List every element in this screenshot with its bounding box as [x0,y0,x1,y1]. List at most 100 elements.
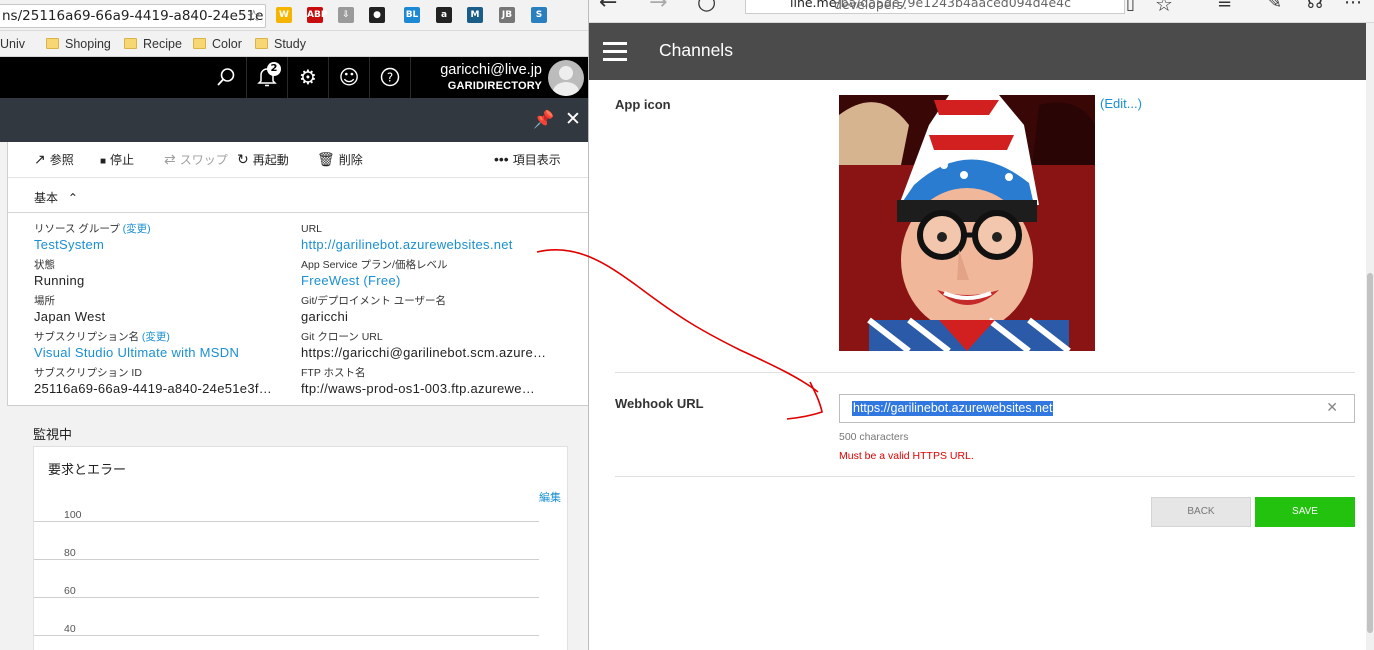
favorite-star-icon[interactable]: ☆ [1155,0,1173,16]
notification-bell-icon[interactable]: 2 [246,57,287,98]
swap-button[interactable]: ⇄ スワップ [164,151,228,168]
bookmark-label: Color [212,37,242,51]
channel-settings: App icon (Edit...) Webhook URL https://g… [589,80,1367,650]
clear-input-icon[interactable]: ✕ [1326,400,1338,416]
bookmark-label: Recipe [143,37,182,51]
property-r-2: Git/デプロイメント ユーザー名 garicchi [301,295,563,325]
adblock-icon[interactable]: ABP [307,7,327,23]
chart-edit-link[interactable]: 編集 [539,489,561,505]
reading-view-icon[interactable]: ▯ [1126,0,1135,13]
chart-gridline [34,521,539,522]
settings-gear-icon[interactable]: ⚙ [287,57,328,98]
requests-errors-chart[interactable]: 要求とエラー 編集 100 80 60 40 [33,446,568,650]
hub-icon[interactable]: ≡ [1217,0,1232,13]
close-icon[interactable]: ✕ [565,108,581,130]
more-icon[interactable]: ⋯ [1344,0,1362,13]
s-icon[interactable]: S [531,7,547,23]
browse-button[interactable]: ↗ 参照 [34,151,74,168]
azure-topbar: 2 ⚙ ☺ ? garicchi@live.jp GARIDIRECTORY [0,57,588,98]
bl-icon[interactable]: BL [404,7,420,23]
trash-icon: 🗑 [317,151,335,167]
w-icon[interactable]: W [276,7,292,23]
change-link[interactable]: (変更) [139,331,170,343]
hamburger-menu-icon[interactable] [603,42,627,62]
chevron-up-icon: ⌃ [67,191,78,205]
columns-button[interactable]: ••• 項目表示 [494,151,561,168]
bulb-icon[interactable]: ● [369,7,385,23]
monitoring-section: 監視中 要求とエラー 編集 100 80 60 40 [7,406,588,650]
back-button[interactable]: BACK [1151,497,1251,527]
avatar[interactable] [548,60,584,96]
property-l-2: 場所 Japan West [34,295,292,325]
app-service-blade: ↗ 参照 ■ 停止 ⇄ スワップ ↻ 再起動 🗑 削除 ••• 項目表示 基本 ⌃ リソース… [7,142,588,406]
bookmark-star-icon[interactable]: ☆ [247,5,261,27]
smiley-feedback-icon[interactable]: ☺ [328,57,369,98]
property-label: URL [301,223,323,235]
change-link[interactable]: (変更) [120,223,151,235]
forward-arrow-icon[interactable]: → [649,0,667,15]
bookmark-study[interactable]: Study [255,35,306,53]
user-directory: GARIDIRECTORY [447,80,542,92]
edit-icon-link[interactable]: (Edit...) [1100,96,1142,111]
app-icon-image [839,95,1095,351]
pin-icon[interactable]: 📌 [533,110,554,130]
property-r-3: Git クローン URL https://garicchi@garilinebot… [301,331,563,361]
restart-button[interactable]: ↻ 再起動 [237,151,289,168]
property-value[interactable]: http://garilinebot.azurewebsites.net [301,236,563,253]
property-l-1: 状態 Running [34,259,292,289]
property-l-0: リソース グループ (変更) TestSystem [34,223,292,253]
page-scrollbar[interactable] [1366,23,1374,650]
notification-badge: 2 [267,62,281,76]
property-label: App Service プラン/価格レベル [301,259,448,271]
property-value: https://garicchi@garilinebot.scm.azure… [301,345,547,360]
folder-icon [255,38,268,49]
property-label: Git クローン URL [301,331,383,343]
property-label: サブスクリプション名 (変更) [34,331,170,343]
bookmark-recipe[interactable]: Recipe [124,35,182,53]
help-icon[interactable]: ? [369,57,410,98]
account-info[interactable]: garicchi@live.jp GARIDIRECTORY [420,62,542,94]
bookmark-univ[interactable]: Univ [0,35,25,53]
refresh-icon[interactable]: ○ [697,0,716,15]
essentials-toggle[interactable]: 基本 ⌃ [34,189,78,206]
amazon-icon[interactable]: a [436,7,452,23]
address-text: ns/25116a69-66a9-4419-a840-24e51e [2,8,264,24]
property-r-4: FTP ホスト名 ftp://waws-prod-os1-003.ftp.azur… [301,367,563,397]
property-label: 状態 [34,259,55,271]
search-icon[interactable] [205,57,246,98]
edge-toolbar: ← → ○ developers. line.me/ba/da5de79e1243… [589,0,1374,23]
bookmark-shoping[interactable]: Shoping [46,35,111,53]
swap-label: スワップ [179,153,228,167]
chart-gridline [34,597,539,598]
restart-icon: ↻ [237,151,249,167]
more-dots-icon: ••• [494,151,509,167]
webhook-url-input[interactable]: https://garilinebot.azurewebsites.net ✕ [839,394,1355,423]
save-button[interactable]: SAVE [1255,497,1355,527]
property-value[interactable]: FreeWest (Free) [301,272,563,289]
jb-icon[interactable]: JB [499,7,515,23]
web-note-icon[interactable]: ✎ [1267,0,1282,13]
app-icon-label: App icon [615,97,671,112]
delete-button[interactable]: 🗑 削除 [317,151,363,168]
restart-label: 再起動 [252,153,289,167]
chart-gridline [34,635,539,636]
stop-button[interactable]: ■ 停止 [100,151,134,168]
bookmark-color[interactable]: Color [193,35,242,53]
m-icon[interactable]: M [467,7,483,23]
address-bar[interactable]: ns/25116a69-66a9-4419-a840-24e51e ☆ [0,4,266,28]
chart-title: 要求とエラー [48,462,127,477]
folder-icon [46,38,59,49]
share-icon[interactable]: ☊ [1307,0,1323,13]
address-bar[interactable]: developers. line.me/ba/da5de79e1243b4aace… [745,0,1125,14]
property-label: FTP ホスト名 [301,367,366,379]
back-arrow-icon[interactable]: ← [599,0,617,15]
property-value[interactable]: TestSystem [34,236,292,253]
download-icon[interactable]: ⇩ [338,7,354,23]
browse-label: 参照 [49,153,74,167]
scrollbar-thumb[interactable] [1367,273,1373,633]
chrome-toolbar: ns/25116a69-66a9-4419-a840-24e51e ☆ W ABP… [0,0,588,31]
property-label: サブスクリプション ID [34,367,142,379]
line-header: Channels [589,23,1374,80]
property-value[interactable]: Visual Studio Ultimate with MSDN [34,344,292,361]
bookmarks-bar: Univ Shoping Recipe Color Study [0,31,588,57]
